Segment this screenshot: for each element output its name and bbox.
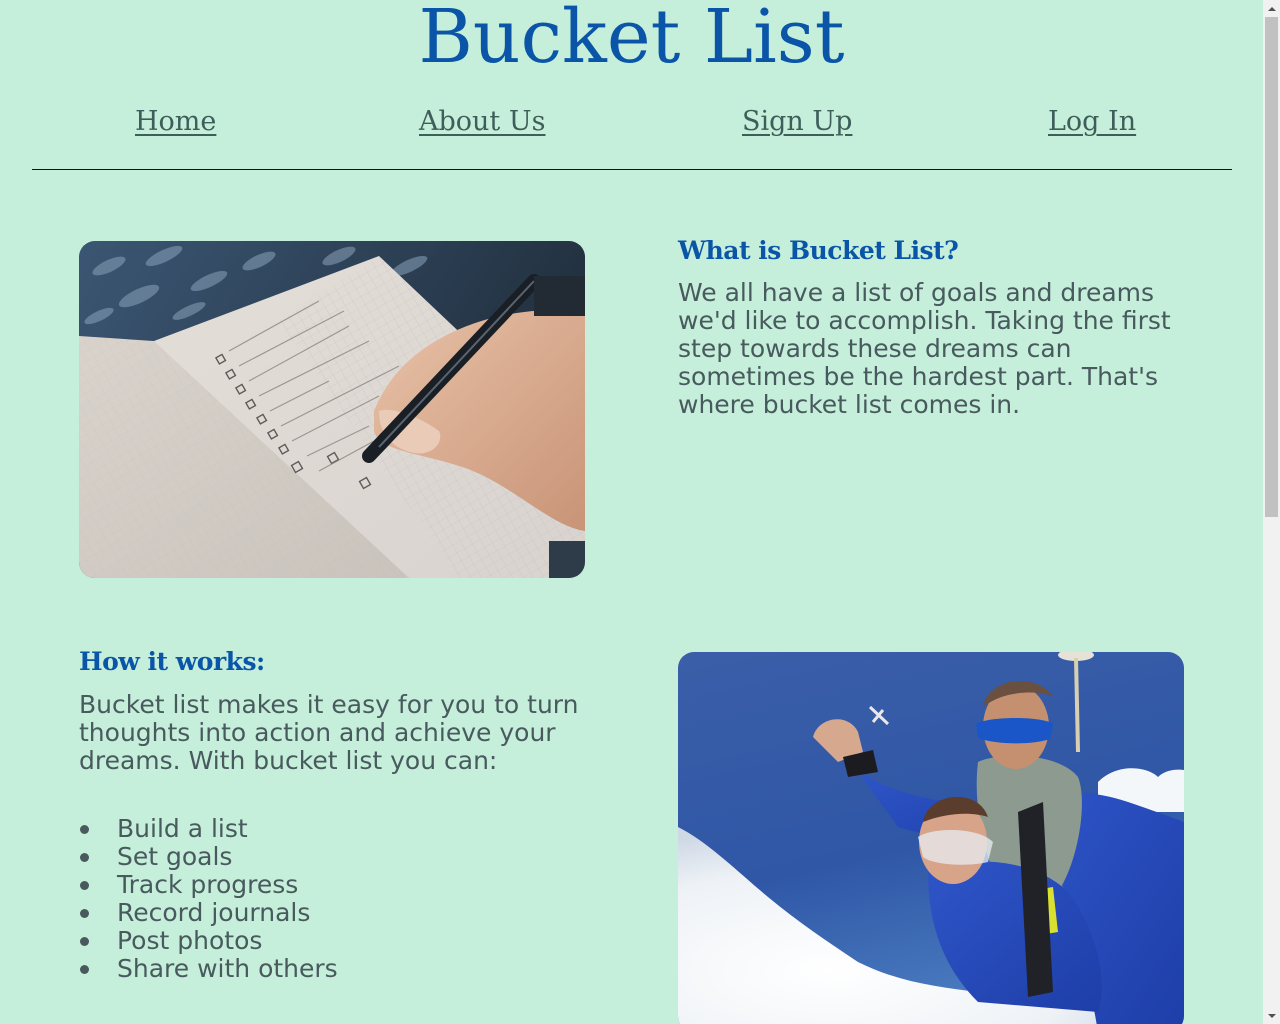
site-title: Bucket List [418,0,845,80]
bullet-icon [80,825,89,834]
about-text: We all have a list of goals and dreams w… [678,278,1171,419]
feature-label: Share with others [117,954,338,983]
feature-label: Set goals [117,842,233,871]
nav-link-log-in[interactable]: Log In [1048,106,1136,137]
feature-label: Record journals [117,898,311,927]
bullet-icon [80,909,89,918]
feature-item: Track progress [79,871,338,899]
how-it-works-text: Bucket list makes it easy for you to tur… [79,690,579,775]
arrow-down-icon [1267,1013,1276,1018]
feature-label: Build a list [117,814,248,843]
feature-item: Share with others [79,955,338,983]
feature-item: Set goals [79,843,338,871]
feature-list: Build a list Set goals Track progress Re… [79,815,338,983]
bullet-icon [80,965,89,974]
bullet-icon [80,937,89,946]
feature-label: Track progress [117,870,299,899]
feature-item: Post photos [79,927,338,955]
skydiving-image [678,652,1184,1024]
bullet-icon [80,853,89,862]
nav-link-home[interactable]: Home [135,106,216,137]
nav-link-about-us[interactable]: About Us [419,106,545,137]
scroll-up-button[interactable] [1263,0,1280,17]
nav-link-sign-up[interactable]: Sign Up [742,106,852,137]
scroll-down-button[interactable] [1263,1007,1280,1024]
bullet-icon [80,881,89,890]
feature-item: Record journals [79,899,338,927]
feature-label: Post photos [117,926,263,955]
vertical-scrollbar[interactable] [1263,0,1280,1024]
about-heading: What is Bucket List? [678,236,959,265]
main-nav: Home About Us Sign Up Log In [0,106,1263,146]
page: Bucket List Home About Us Sign Up Log In [0,0,1263,1024]
arrow-up-icon [1267,6,1276,11]
how-it-works-heading: How it works: [79,647,265,676]
notebook-checklist-image [79,241,585,578]
scrollbar-thumb[interactable] [1265,17,1278,517]
feature-item: Build a list [79,815,338,843]
header-divider [32,169,1232,170]
